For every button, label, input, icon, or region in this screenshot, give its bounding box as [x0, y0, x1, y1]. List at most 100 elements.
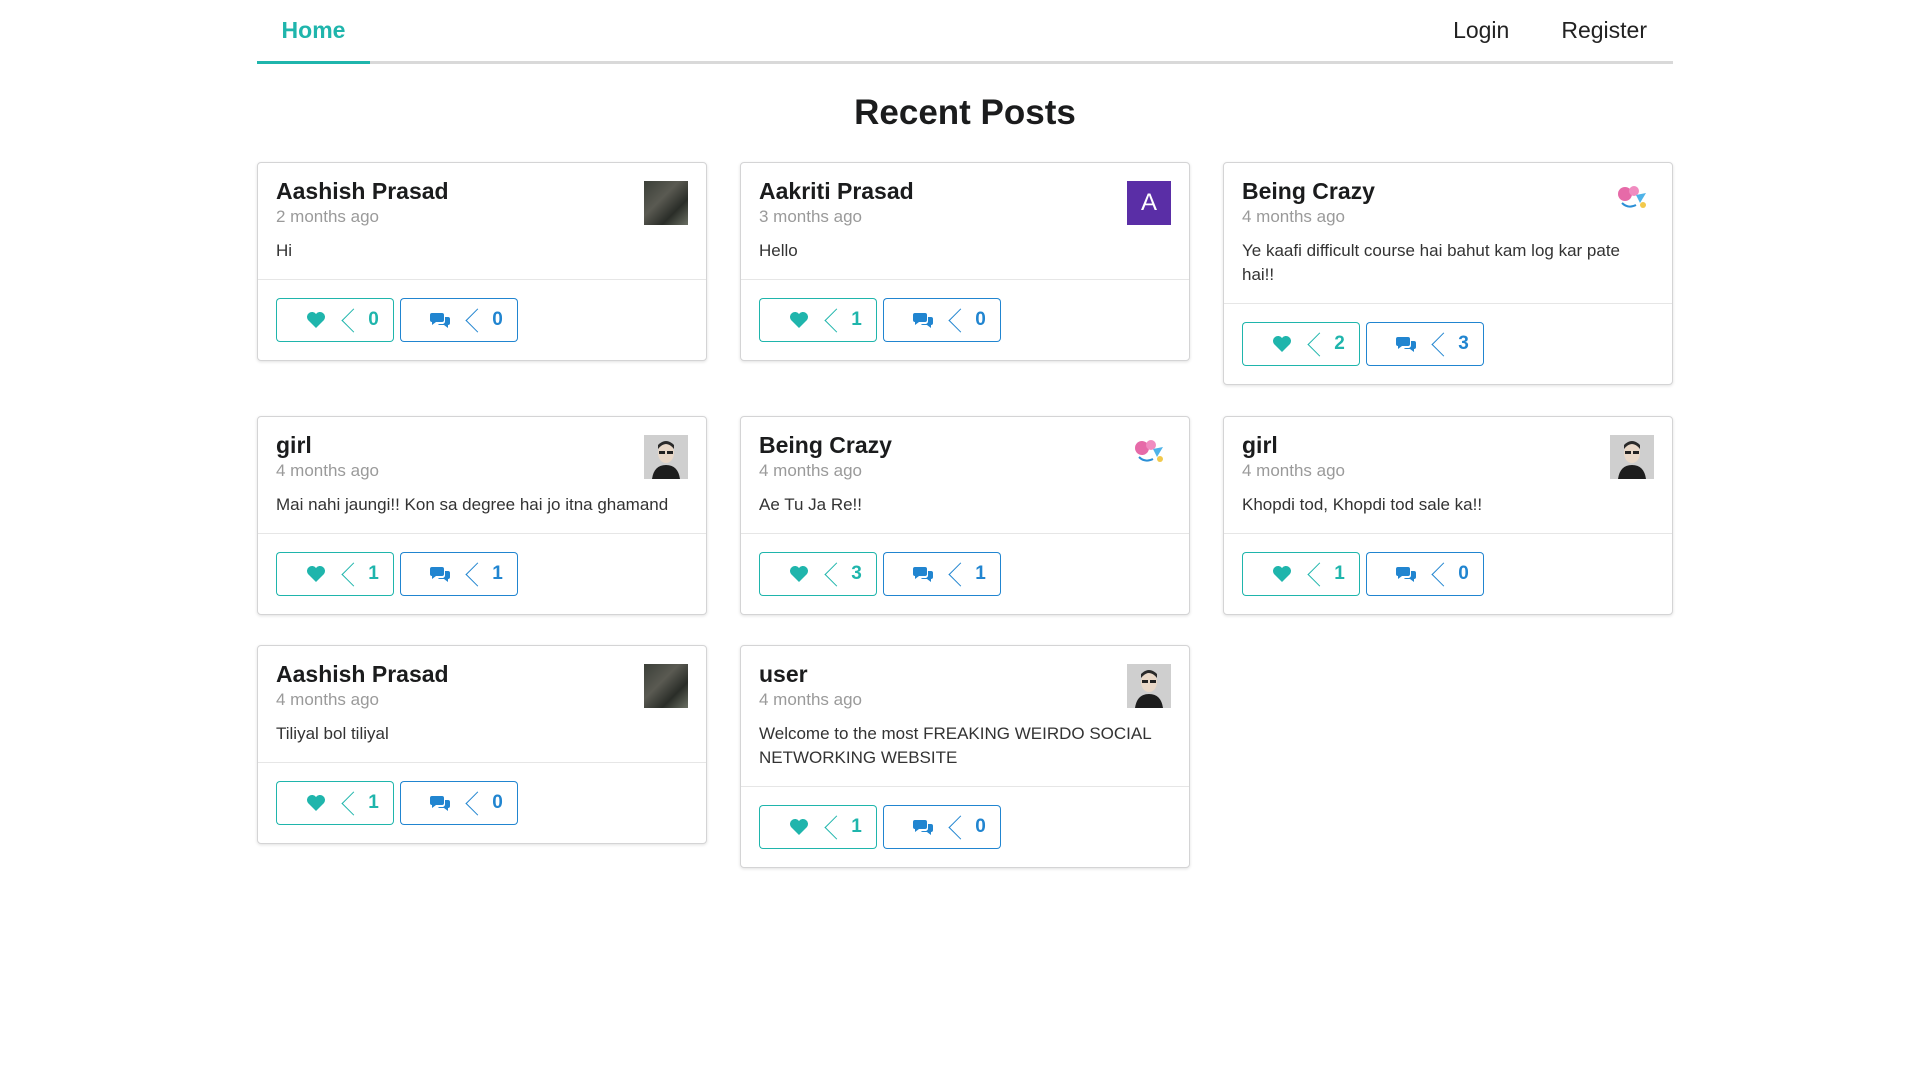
- like-button[interactable]: 1: [759, 805, 877, 849]
- heart-icon: [1272, 566, 1291, 582]
- post-text: Welcome to the most FREAKING WEIRDO SOCI…: [759, 724, 1152, 767]
- comments-icon: [912, 567, 933, 582]
- top-menu: Home Login Register: [257, 0, 1673, 64]
- like-count: 0: [368, 309, 379, 330]
- like-count: 1: [851, 309, 862, 330]
- post-actions: 1 0: [258, 763, 706, 843]
- post-author[interactable]: girl: [1242, 431, 1654, 459]
- post-time: 4 months ago: [759, 690, 863, 709]
- person-avatar-icon: [1127, 664, 1171, 708]
- letter-avatar[interactable]: A: [1127, 181, 1171, 225]
- heart-icon: [306, 795, 325, 811]
- like-count: 1: [851, 816, 862, 837]
- post-author[interactable]: Being Crazy: [1242, 177, 1654, 205]
- post-text: Mai nahi jaungi!! Kon sa degree hai jo i…: [276, 495, 669, 514]
- post-time: 4 months ago: [276, 461, 380, 480]
- comment-button[interactable]: 0: [883, 298, 1001, 342]
- post-author[interactable]: Being Crazy: [759, 431, 1171, 459]
- like-count: 1: [368, 563, 379, 584]
- post-author[interactable]: Aakriti Prasad: [759, 177, 1171, 205]
- post-text: Hi: [276, 241, 293, 260]
- post-card: Being Crazy 4 months ago Ye kaafi diffic…: [1223, 162, 1673, 385]
- nav-login-link[interactable]: Login: [1427, 17, 1535, 44]
- post-author[interactable]: Aashish Prasad: [276, 660, 688, 688]
- posts-grid: Aashish Prasad 2 months ago Hi 0 0 A Aak…: [257, 162, 1673, 882]
- like-count: 1: [368, 792, 379, 813]
- like-button[interactable]: 0: [276, 298, 394, 342]
- post-author[interactable]: user: [759, 660, 1171, 688]
- like-count: 1: [1334, 563, 1345, 584]
- heart-icon: [306, 312, 325, 328]
- person-avatar-icon: [1610, 435, 1654, 479]
- post-actions: 0 0: [258, 280, 706, 360]
- post-card: Aashish Prasad 4 months ago Tiliyal bol …: [257, 645, 707, 844]
- comment-button[interactable]: 1: [400, 552, 518, 596]
- post-content: A Aakriti Prasad 3 months ago Hello: [741, 163, 1189, 280]
- post-actions: 1 0: [741, 280, 1189, 360]
- like-button[interactable]: 1: [276, 552, 394, 596]
- post-card: A Aakriti Prasad 3 months ago Hello 1 0: [740, 162, 1190, 361]
- post-time: 3 months ago: [759, 207, 863, 226]
- comment-count: 0: [975, 816, 986, 837]
- nav-home-tab[interactable]: Home: [257, 0, 370, 64]
- post-content: Aashish Prasad 4 months ago Tiliyal bol …: [258, 646, 706, 763]
- post-time: 2 months ago: [276, 207, 380, 226]
- person-avatar-icon: [644, 435, 688, 479]
- post-actions: 3 1: [741, 534, 1189, 614]
- like-button[interactable]: 3: [759, 552, 877, 596]
- comments-icon: [429, 796, 450, 811]
- comment-count: 1: [492, 563, 503, 584]
- being-crazy-logo-icon: [1618, 186, 1646, 208]
- post-content: girl 4 months ago Khopdi tod, Khopdi tod…: [1224, 417, 1672, 534]
- comment-button[interactable]: 0: [400, 298, 518, 342]
- comments-icon: [1395, 337, 1416, 352]
- nav-right-menu: Login Register: [1427, 0, 1673, 61]
- comment-button[interactable]: 3: [1366, 322, 1484, 366]
- like-button[interactable]: 1: [759, 298, 877, 342]
- post-actions: 1 1: [258, 534, 706, 614]
- comments-icon: [429, 567, 450, 582]
- post-card: Aashish Prasad 2 months ago Hi 0 0: [257, 162, 707, 361]
- post-text: Tiliyal bol tiliyal: [276, 724, 389, 743]
- heart-icon: [789, 819, 808, 835]
- post-card: girl 4 months ago Khopdi tod, Khopdi tod…: [1223, 416, 1673, 615]
- post-actions: 1 0: [741, 787, 1189, 867]
- comment-button[interactable]: 0: [1366, 552, 1484, 596]
- page-title: Recent Posts: [854, 93, 1076, 132]
- comment-button[interactable]: 0: [883, 805, 1001, 849]
- post-content: girl 4 months ago Mai nahi jaungi!! Kon …: [258, 417, 706, 534]
- post-content: Being Crazy 4 months ago Ye kaafi diffic…: [1224, 163, 1672, 304]
- post-text: Hello: [759, 241, 798, 260]
- photo-avatar[interactable]: [644, 181, 688, 225]
- comments-icon: [912, 313, 933, 328]
- like-button[interactable]: 1: [1242, 552, 1360, 596]
- comment-button[interactable]: 1: [883, 552, 1001, 596]
- person-avatar[interactable]: [1127, 664, 1171, 708]
- post-content: user 4 months ago Welcome to the most FR…: [741, 646, 1189, 787]
- post-actions: 1 0: [1224, 534, 1672, 614]
- like-button[interactable]: 1: [276, 781, 394, 825]
- heart-icon: [789, 312, 808, 328]
- photo-avatar[interactable]: [644, 664, 688, 708]
- comments-icon: [429, 313, 450, 328]
- comments-icon: [912, 820, 933, 835]
- person-avatar[interactable]: [1610, 435, 1654, 479]
- like-count: 2: [1334, 333, 1345, 354]
- comment-button[interactable]: 0: [400, 781, 518, 825]
- post-author[interactable]: Aashish Prasad: [276, 177, 688, 205]
- post-time: 4 months ago: [276, 690, 380, 709]
- comment-count: 1: [975, 563, 986, 584]
- comment-count: 3: [1458, 333, 1469, 354]
- being-crazy-logo[interactable]: [1127, 435, 1171, 479]
- post-time: 4 months ago: [759, 461, 863, 480]
- nav-register-link[interactable]: Register: [1535, 17, 1673, 44]
- like-button[interactable]: 2: [1242, 322, 1360, 366]
- being-crazy-logo[interactable]: [1610, 181, 1654, 225]
- post-text: Ye kaafi difficult course hai bahut kam …: [1242, 241, 1621, 284]
- being-crazy-logo-icon: [1135, 440, 1163, 462]
- comments-icon: [1395, 567, 1416, 582]
- heart-icon: [789, 566, 808, 582]
- post-author[interactable]: girl: [276, 431, 688, 459]
- person-avatar[interactable]: [644, 435, 688, 479]
- post-card: girl 4 months ago Mai nahi jaungi!! Kon …: [257, 416, 707, 615]
